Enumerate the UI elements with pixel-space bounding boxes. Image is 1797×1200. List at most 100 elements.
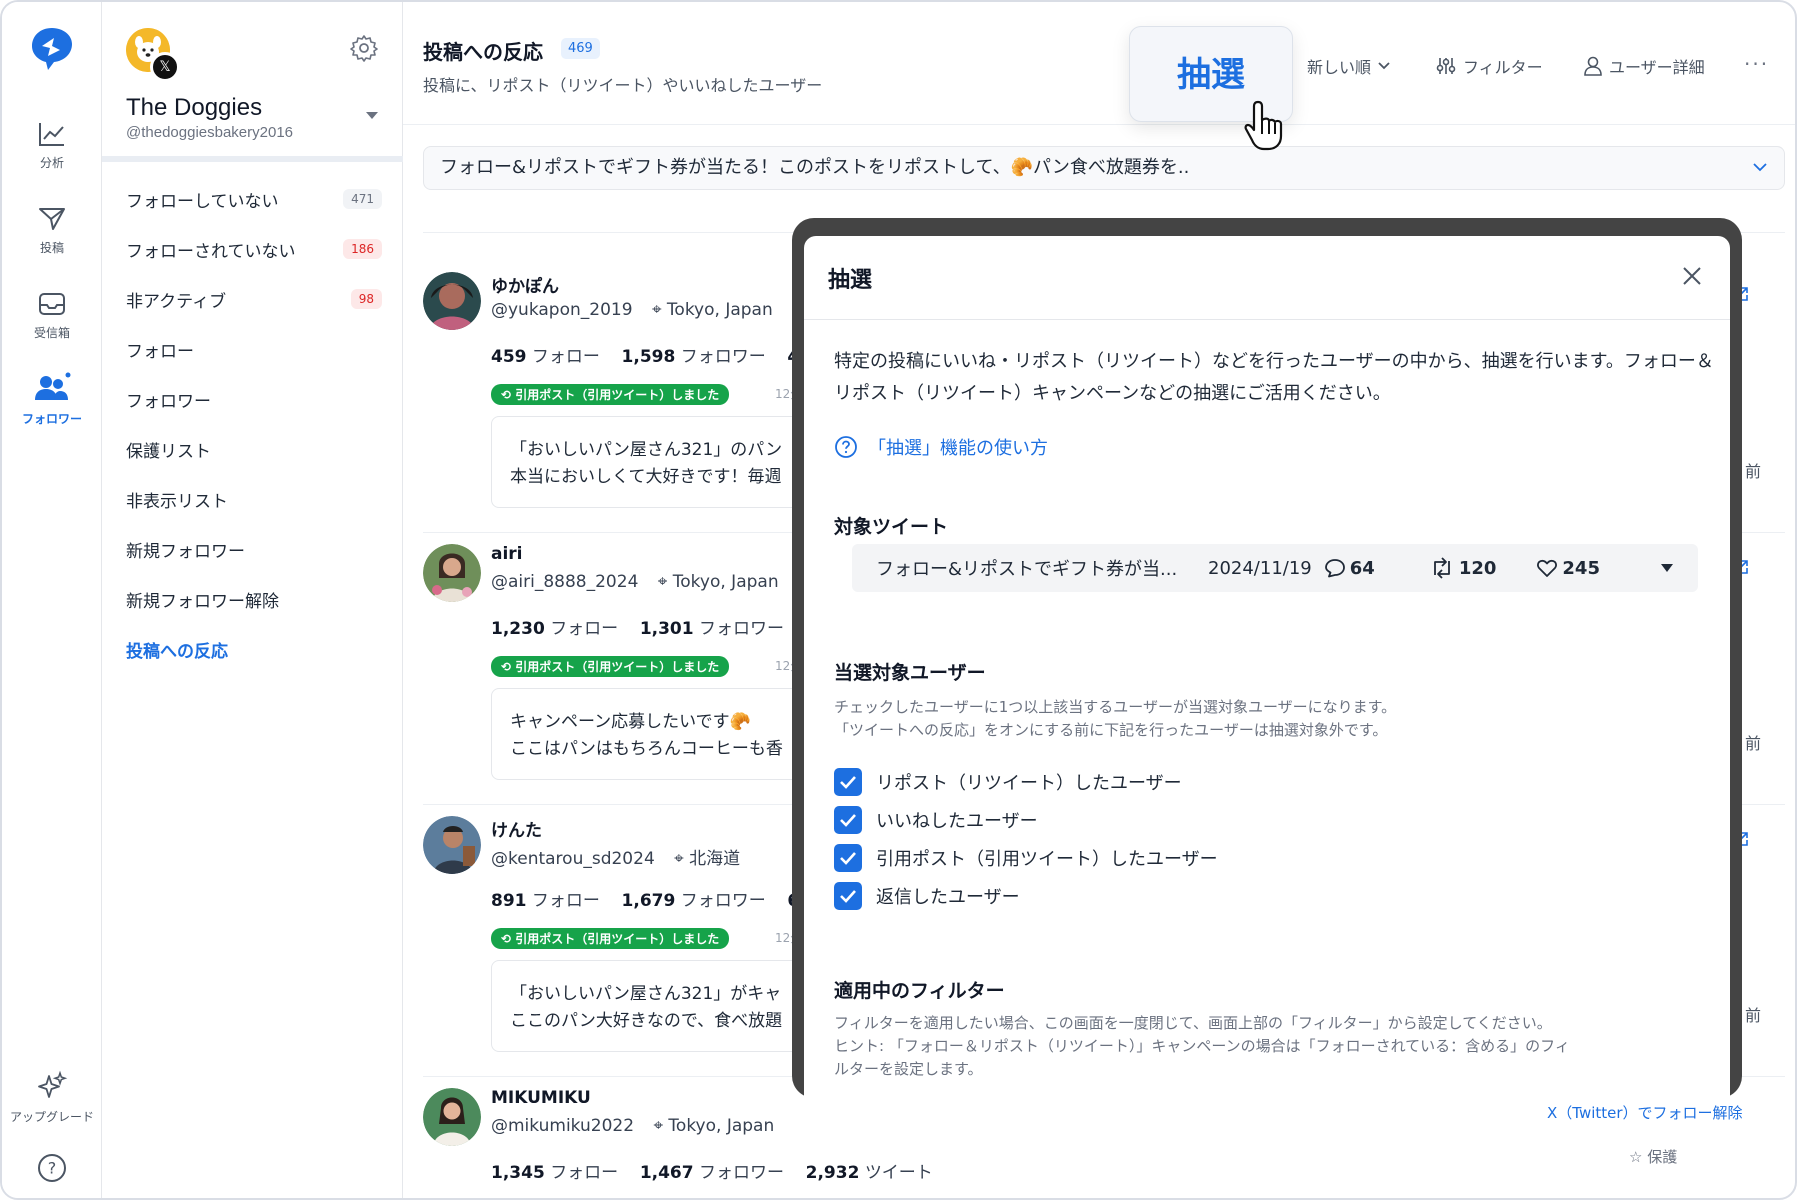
star-icon: ☆ [1629, 1148, 1643, 1166]
sidebar-item-post-reactions[interactable]: 投稿への反応 [126, 624, 382, 674]
user-name[interactable]: ゆかぽん [491, 272, 559, 297]
post-selector[interactable]: フォロー&リポストでギフト券が当たる！このポストをリポストして、🥐パン食べ放題券… [423, 146, 1785, 190]
sidebar-item-new-unfollows[interactable]: 新規フォロワー解除 [126, 574, 382, 624]
sort-dropdown[interactable]: 新しい順 [1307, 54, 1391, 78]
section-title: 当選対象ユーザー [834, 662, 986, 684]
account-name: The Doggies [126, 94, 263, 121]
close-icon[interactable] [1680, 264, 1704, 288]
count-badge: 469 [561, 38, 600, 59]
checkbox-label: リポスト（リツイート）したユーザー [876, 773, 1182, 794]
status-badge: ⟲ 引用ポスト（引用ツイート）しました [491, 384, 730, 405]
filter-label: フィルター [1463, 58, 1543, 77]
following-label: フォロー [550, 619, 619, 639]
handle-text: @yukapon_2019 [491, 300, 633, 320]
count-badge: 186 [343, 239, 382, 259]
help-button[interactable]: ? [2, 1152, 102, 1190]
checkbox-checked-icon[interactable] [834, 844, 862, 872]
user-handle: @airi_8888_2024 ⌖ Tokyo, Japan [491, 572, 779, 592]
checkbox-checked-icon[interactable] [834, 768, 862, 796]
user-name[interactable]: MIKUMIKU [491, 1088, 591, 1108]
protect-button[interactable]: ☆ 保護 [1629, 1146, 1677, 1167]
tweets-count: 2,932 [805, 1163, 860, 1183]
checkbox-quote-users[interactable]: 引用ポスト（引用ツイート）したユーザー [834, 844, 1218, 872]
rail-item-label: フォロワー [21, 412, 82, 426]
avatar[interactable] [423, 1088, 481, 1146]
handle-text: @airi_8888_2024 [491, 572, 639, 592]
sidebar-item-followers[interactable]: フォロワー [126, 374, 382, 424]
caret-down-icon [1661, 564, 1673, 572]
page-title: 投稿への反応 [423, 40, 543, 64]
sidebar-item-following[interactable]: フォロー [126, 324, 382, 374]
rail-item-inbox[interactable]: 受信箱 [2, 290, 102, 341]
checkbox-reply-users[interactable]: 返信したユーザー [834, 882, 1020, 910]
side-timestamp: 前 [1745, 1006, 1762, 1025]
count-badge: 98 [350, 289, 382, 309]
gear-icon[interactable] [350, 34, 378, 62]
sidebar-item-not-following[interactable]: フォローしていない 471 [126, 174, 382, 224]
lottery-modal: 抽選 特定の投稿にいいね・リポスト（リツイート）などを行ったユーザーの中から、抽… [804, 236, 1730, 1102]
sidebar-item-hidden-list[interactable]: 非表示リスト [126, 474, 382, 524]
target-tweet-select[interactable]: フォロー&リポストでギフト券が当... 2024/11/19 64 120 24… [852, 544, 1698, 592]
chevron-down-icon[interactable] [366, 112, 378, 119]
avatar[interactable] [423, 816, 481, 874]
side-timestamp: 前 [1745, 734, 1762, 753]
sidebar: 𝕏 The Doggies @thedoggiesbakery2016 フォロー… [102, 2, 403, 1198]
account-switcher[interactable]: 𝕏 The Doggies @thedoggiesbakery2016 [126, 26, 386, 146]
checkbox-checked-icon[interactable] [834, 806, 862, 834]
help-link[interactable]: 「抽選」機能の使い方 [834, 434, 1048, 460]
x-badge-icon: 𝕏 [150, 52, 180, 82]
status-badge: ⟲ 引用ポスト（引用ツイート）しました [491, 656, 730, 677]
section-title: 適用中のフィルター [834, 980, 1005, 1002]
followers-count: 1,679 [621, 891, 676, 911]
app-window: 分析 投稿 受信箱 フォロワー アップグレード ? 𝕏 The Doggies … [0, 0, 1797, 1200]
location-text: Tokyo, Japan [672, 572, 779, 592]
side-timestamp: 前 [1745, 462, 1762, 481]
checkbox-checked-icon[interactable] [834, 882, 862, 910]
user-handle: @mikumiku2022 ⌖ Tokyo, Japan [491, 1116, 774, 1136]
rail-item-posts[interactable]: 投稿 [2, 205, 102, 256]
sidebar-item-not-followed[interactable]: フォローされていない 186 [126, 224, 382, 274]
checkbox-repost-users[interactable]: リポスト（リツイート）したユーザー [834, 768, 1182, 796]
handle-text: @mikumiku2022 [491, 1116, 635, 1136]
svg-text:?: ? [48, 1159, 57, 1178]
sidebar-item-inactive[interactable]: 非アクティブ 98 [126, 274, 382, 324]
checkbox-like-users[interactable]: いいねしたユーザー [834, 806, 1038, 834]
user-detail-button[interactable]: ユーザー詳細 [1583, 54, 1705, 78]
help-circle-icon [835, 436, 857, 458]
rail-item-analytics[interactable]: 分析 [2, 120, 102, 171]
reply-count: 64 [1349, 557, 1375, 579]
location-pin-icon: ⌖ [651, 300, 662, 320]
divider [403, 124, 1795, 125]
filter-button[interactable]: フィルター [1435, 54, 1543, 78]
comment-icon [1324, 559, 1345, 578]
user-name[interactable]: airi [491, 544, 523, 564]
sidebar-item-label: 保護リスト [126, 441, 211, 462]
followers-label: フォロワー [699, 619, 784, 639]
avatar[interactable] [423, 272, 481, 330]
sort-label: 新しい順 [1307, 58, 1372, 77]
user-name[interactable]: けんた [491, 816, 542, 841]
followers-count: 1,467 [639, 1163, 694, 1183]
sidebar-item-label: 新規フォロワー [126, 541, 245, 562]
user-handle: @kentarou_sd2024 ⌖ 北海道 [491, 844, 740, 869]
avatar[interactable] [423, 544, 481, 602]
app-logo-icon[interactable] [28, 24, 76, 72]
sidebar-item-new-followers[interactable]: 新規フォロワー [126, 524, 382, 574]
repost-icon [1433, 557, 1450, 579]
sidebar-item-label: フォローしていない [126, 191, 279, 212]
sparkle-icon [38, 1070, 68, 1098]
like-stat: 245 [1536, 558, 1600, 579]
repost-stat: 120 [1429, 557, 1496, 579]
followers-count: 1,598 [621, 347, 676, 367]
handle-text: @kentarou_sd2024 [491, 849, 655, 869]
more-menu-button[interactable]: ··· [1744, 52, 1769, 76]
following-label: フォロー [531, 347, 600, 367]
rail-item-followers[interactable]: フォロワー [2, 372, 102, 427]
reply-stat: 64 [1324, 558, 1375, 579]
sidebar-item-label: 新規フォロワー解除 [126, 591, 279, 612]
following-count: 459 [491, 347, 527, 367]
followers-label: フォロワー [699, 1163, 784, 1183]
unfollow-link[interactable]: X（Twitter）でフォロー解除 [1547, 1102, 1743, 1123]
sidebar-item-protected-list[interactable]: 保護リスト [126, 424, 382, 474]
rail-item-upgrade[interactable]: アップグレード [2, 1070, 102, 1125]
